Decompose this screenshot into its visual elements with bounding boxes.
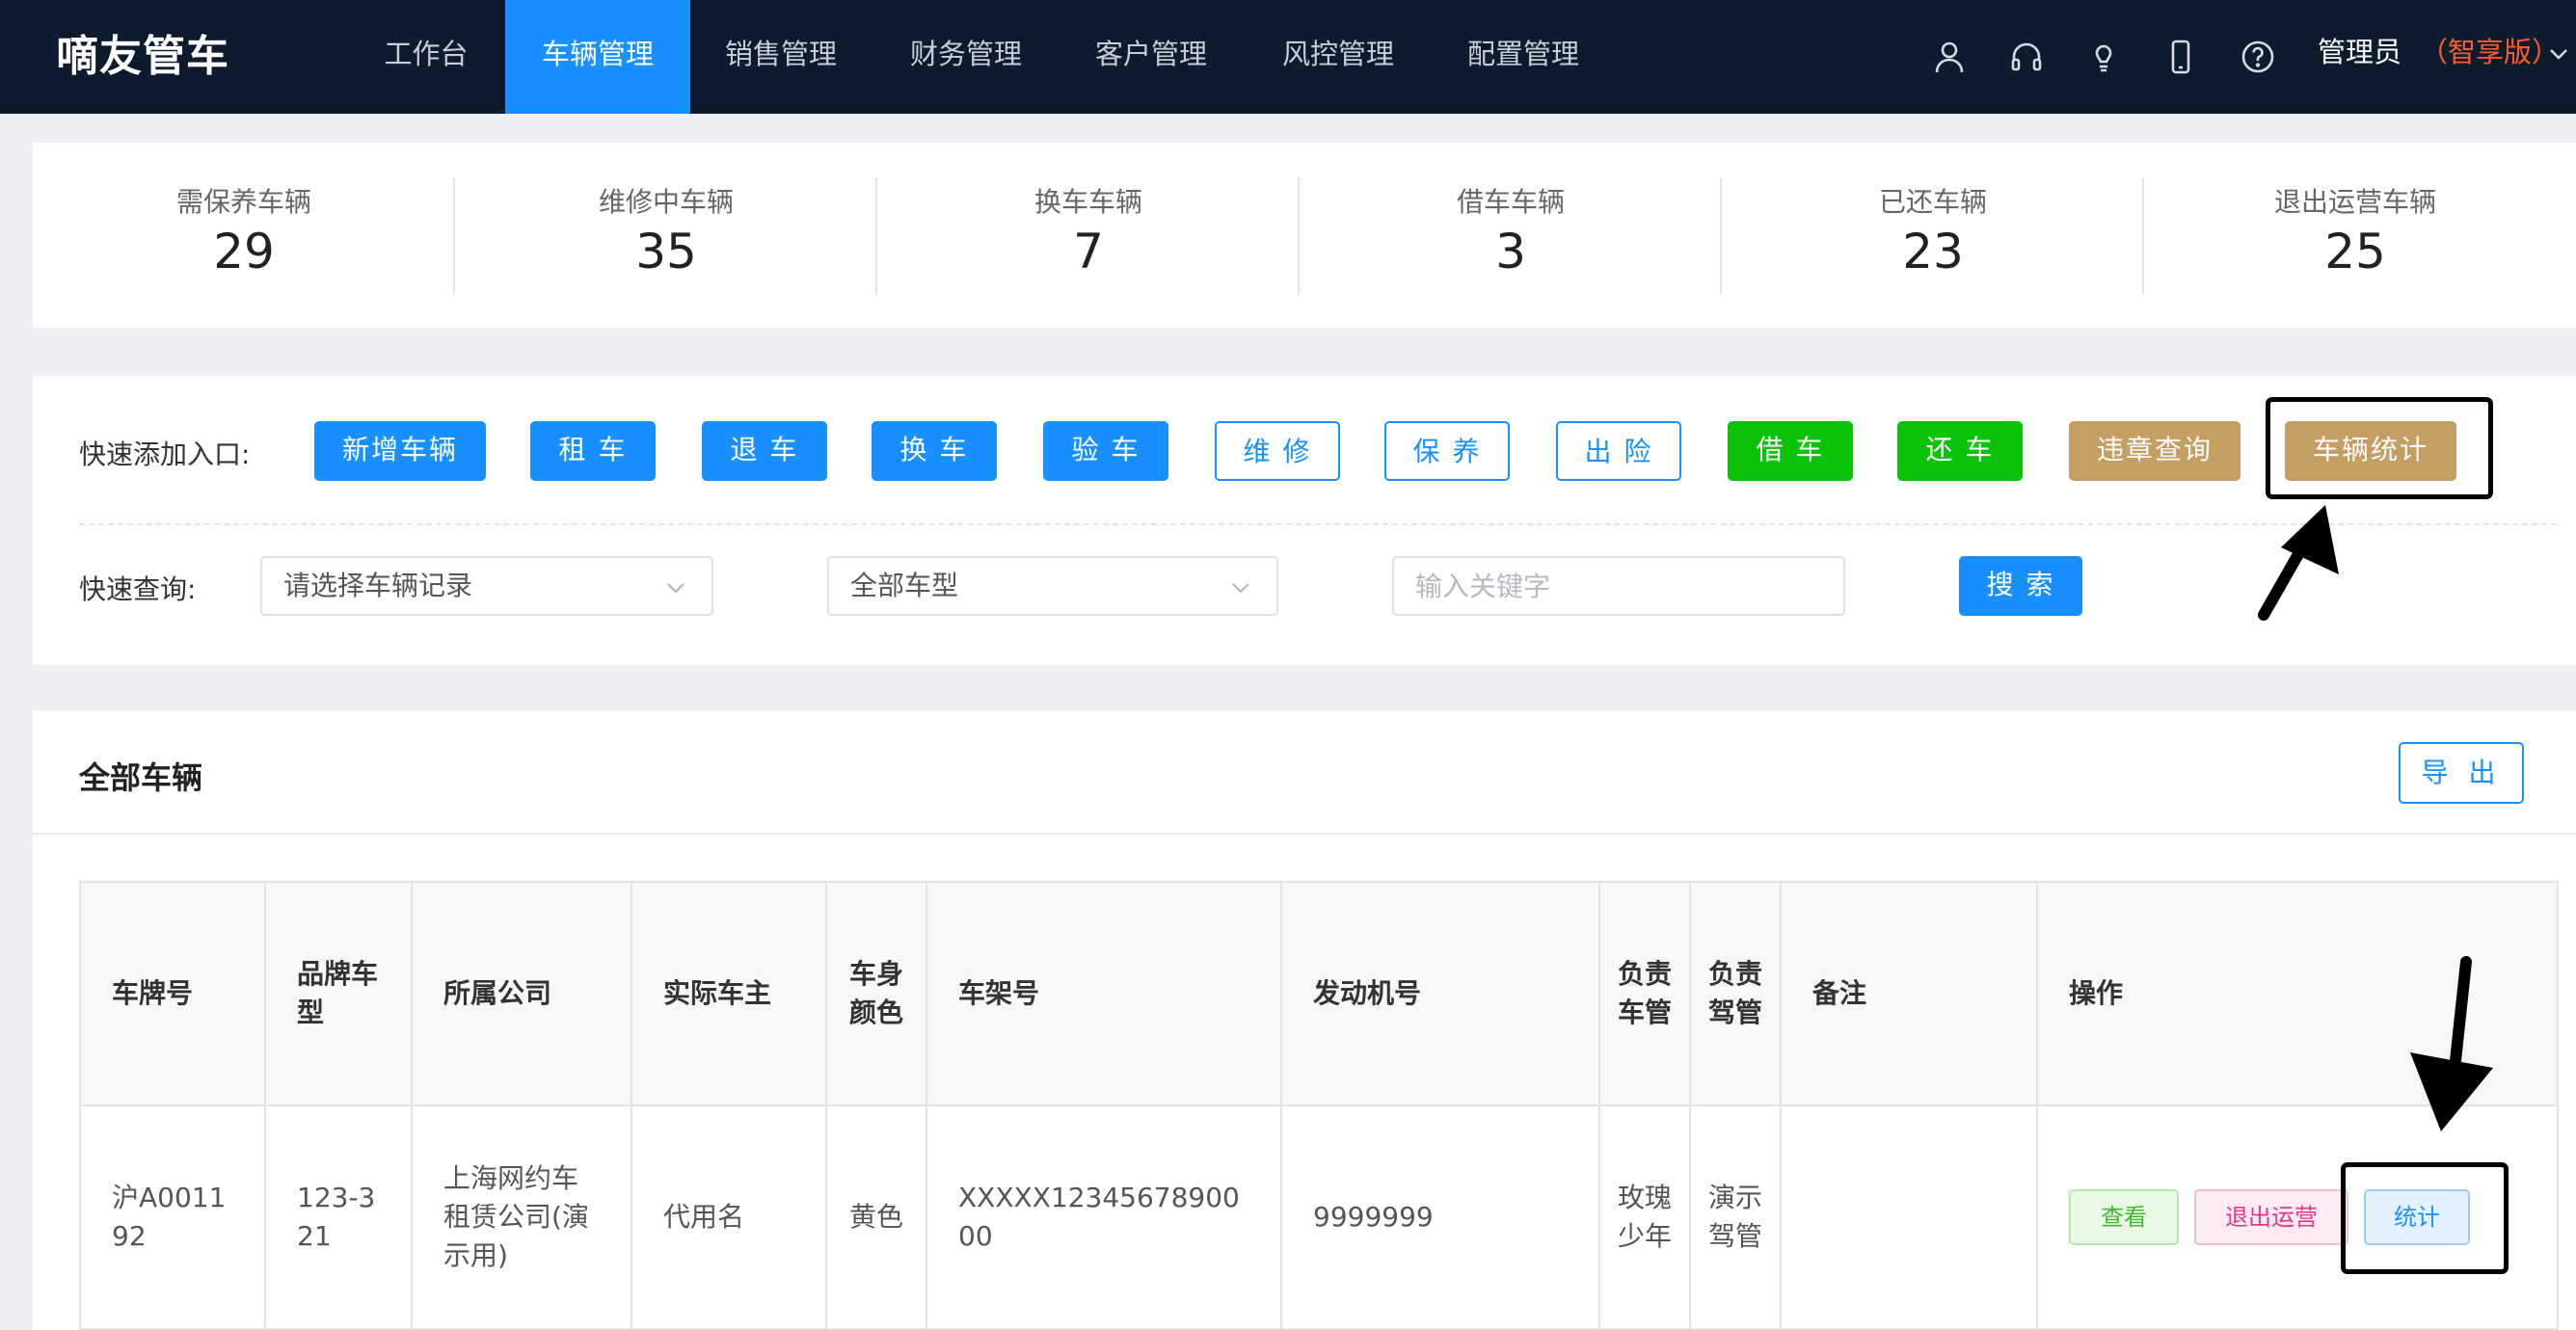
lightbulb-icon[interactable] <box>2084 38 2123 76</box>
export-button[interactable]: 导 出 <box>2399 742 2524 804</box>
arrow-annotation-icon <box>2258 505 2339 621</box>
table-header-row: 车牌号 品牌车型 所属公司 实际车主 车身颜色 车架号 发动机号 负责车管 负责… <box>79 881 2559 1106</box>
stat-value: 25 <box>2324 224 2386 279</box>
nav-finance-management[interactable]: 财务管理 <box>899 0 1033 114</box>
repair-button[interactable]: 维 修 <box>1215 421 1340 481</box>
stat-value: 35 <box>635 224 697 279</box>
mobile-icon[interactable] <box>2161 38 2200 76</box>
column-header: 车牌号 <box>79 881 266 1106</box>
swap-vehicle-button[interactable]: 换 车 <box>872 421 997 481</box>
panel-divider <box>33 833 2576 835</box>
keyword-search-input[interactable] <box>1392 556 1845 616</box>
company-cell: 上海网约车租赁公司(演示用) <box>411 1104 632 1330</box>
column-header: 所属公司 <box>411 881 632 1106</box>
headset-icon[interactable] <box>2007 38 2046 76</box>
nav-sales-management[interactable]: 销售管理 <box>713 0 848 114</box>
vin-cell: XXXXX1234567890000 <box>926 1104 1282 1330</box>
stat-returned[interactable]: 已还车辆 23 <box>1722 143 2144 328</box>
column-header: 负责驾管 <box>1689 881 1782 1106</box>
vehicle-stats-panel: 需保养车辆 29 维修中车辆 35 换车车辆 7 借车车辆 3 已还车辆 23 … <box>33 143 2576 328</box>
chevron-down-icon <box>667 583 684 594</box>
plate-cell: 沪A001192 <box>79 1104 266 1330</box>
vehicles-table: 车牌号 品牌车型 所属公司 实际车主 车身颜色 车架号 发动机号 负责车管 负责… <box>79 881 2559 1330</box>
nav-vehicle-management[interactable]: 车辆管理 <box>505 0 690 114</box>
nav-workbench[interactable]: 工作台 <box>359 0 494 114</box>
stat-value: 23 <box>1902 224 1964 279</box>
engine-cell: 9999999 <box>1280 1104 1600 1330</box>
vehicles-panel: 全部车辆 导 出 车牌号 品牌车型 所属公司 实际车主 车身颜色 车架号 发动机… <box>33 711 2576 1330</box>
app-logo: 嘀友管车 <box>56 32 229 81</box>
table-row: 沪A001192 123-321 上海网约车租赁公司(演示用) 代用名 黄色 X… <box>79 1104 2559 1330</box>
stat-label: 维修中车辆 <box>598 186 734 218</box>
column-header: 车架号 <box>926 881 1282 1106</box>
model-cell: 123-321 <box>264 1104 413 1330</box>
top-navbar: 嘀友管车 工作台 车辆管理 销售管理 财务管理 客户管理 风控管理 配置管理 管… <box>0 0 2576 114</box>
highlight-box <box>2266 397 2493 499</box>
return-rental-button[interactable]: 退 车 <box>702 421 827 481</box>
exit-operation-button[interactable]: 退出运营 <box>2194 1189 2348 1245</box>
column-header: 车身颜色 <box>825 881 927 1106</box>
arrow-annotation-icon <box>2410 956 2493 1131</box>
section-divider <box>79 523 2557 525</box>
select-value: 请选择车辆记录 <box>283 570 473 601</box>
nav-config-management[interactable]: 配置管理 <box>1456 0 1591 114</box>
panel-title: 全部车辆 <box>79 759 203 796</box>
nav-customer-management[interactable]: 客户管理 <box>1084 0 1219 114</box>
column-header: 负责车管 <box>1598 881 1691 1106</box>
chevron-down-icon <box>1232 583 1249 594</box>
user-role[interactable]: 管理员 <box>2318 0 2402 108</box>
quick-add-label: 快速添加入口: <box>79 439 251 470</box>
view-button[interactable]: 查看 <box>2069 1189 2179 1245</box>
inspect-vehicle-button[interactable]: 验 车 <box>1043 421 1168 481</box>
quick-search-label: 快速查询: <box>79 573 197 605</box>
maintenance-button[interactable]: 保 养 <box>1384 421 1510 481</box>
note-cell <box>1780 1104 2038 1330</box>
borrow-vehicle-button[interactable]: 借 车 <box>1728 421 1853 481</box>
stat-value: 29 <box>213 224 275 279</box>
quick-actions-panel: 快速添加入口: 新增车辆 租 车 退 车 换 车 验 车 维 修 保 养 出 险… <box>33 376 2576 665</box>
stat-maintenance-due[interactable]: 需保养车辆 29 <box>33 143 455 328</box>
highlight-box <box>2341 1162 2509 1274</box>
color-cell: 黄色 <box>825 1104 927 1330</box>
stat-label: 退出运营车辆 <box>2273 186 2436 218</box>
rent-vehicle-button[interactable]: 租 车 <box>530 421 656 481</box>
stat-label: 需保养车辆 <box>175 186 311 218</box>
help-icon[interactable] <box>2239 38 2277 76</box>
return-vehicle-button[interactable]: 还 车 <box>1897 421 2023 481</box>
fleet-manager-cell: 玫瑰少年 <box>1598 1104 1691 1330</box>
select-value: 全部车型 <box>850 570 959 601</box>
stat-retired[interactable]: 退出运营车辆 25 <box>2144 143 2566 328</box>
stat-replaced[interactable]: 换车车辆 7 <box>877 143 1300 328</box>
stat-borrowed[interactable]: 借车车辆 3 <box>1300 143 1722 328</box>
vehicle-type-select[interactable]: 全部车型 <box>827 556 1278 616</box>
owner-cell: 代用名 <box>631 1104 827 1330</box>
nav-risk-management[interactable]: 风控管理 <box>1271 0 1406 114</box>
stat-value: 3 <box>1495 224 1526 279</box>
chevron-down-icon[interactable] <box>2545 40 2572 67</box>
stat-label: 换车车辆 <box>1033 186 1142 218</box>
user-icon[interactable] <box>1930 38 1969 76</box>
stat-label: 已还车辆 <box>1878 186 1987 218</box>
insurance-claim-button[interactable]: 出 险 <box>1556 421 1681 481</box>
user-edition: （智享版） <box>2420 36 2561 68</box>
add-vehicle-button[interactable]: 新增车辆 <box>314 421 486 481</box>
driver-manager-cell: 演示驾管 <box>1689 1104 1782 1330</box>
vehicle-record-select[interactable]: 请选择车辆记录 <box>260 556 713 616</box>
column-header: 品牌车型 <box>264 881 413 1106</box>
violation-query-button[interactable]: 违章查询 <box>2069 421 2241 481</box>
column-header: 发动机号 <box>1280 881 1600 1106</box>
column-header: 备注 <box>1780 881 2038 1106</box>
stat-value: 7 <box>1073 224 1104 279</box>
search-button[interactable]: 搜 索 <box>1959 556 2082 616</box>
stat-label: 借车车辆 <box>1456 186 1565 218</box>
stat-in-repair[interactable]: 维修中车辆 35 <box>455 143 877 328</box>
column-header: 实际车主 <box>631 881 827 1106</box>
